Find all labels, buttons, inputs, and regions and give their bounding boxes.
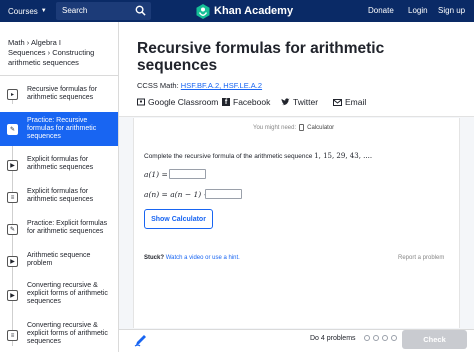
email-icon	[333, 98, 342, 106]
hint-link[interactable]: Watch a video or use a hint.	[166, 255, 240, 261]
facebook-icon: f	[222, 98, 230, 106]
question-prompt: Complete the recursive formula of the ar…	[144, 152, 372, 160]
common-difference-input[interactable]	[205, 189, 242, 199]
video-icon: ▸	[7, 89, 18, 100]
logo-text: Khan Academy	[214, 5, 294, 17]
progress-dots	[364, 335, 397, 341]
sidebar-item-label: Practice: Explicit formulas for arithmet…	[27, 220, 108, 235]
sidebar-item[interactable]: ≡ Explicit formulas for arithmetic seque…	[0, 180, 118, 214]
sidebar-item-label: Explicit formulas for arithmetic sequenc…	[27, 156, 94, 171]
sidebar-item[interactable]: ✎ Practice: Explicit formulas for arithm…	[0, 212, 118, 246]
might-need: You might need: Calculator	[253, 124, 334, 131]
formula-a1: a(1) =	[144, 170, 168, 179]
share-twitter-label: Twitter	[293, 97, 319, 107]
page-title: Recursive formulas for arithmetic sequen…	[137, 40, 385, 74]
login-link[interactable]: Login	[408, 6, 428, 15]
ccss-label: CCSS Math:	[137, 81, 179, 90]
sidebar-item-label: Practice: Recursive formulas for arithme…	[27, 117, 97, 140]
ccss-standards: CCSS Math: HSF.BF.A.2, HSF.LE.A.2	[137, 81, 262, 90]
khan-academy-logo[interactable]: Khan Academy	[196, 3, 293, 19]
a1-answer-input[interactable]	[169, 169, 206, 179]
search-placeholder: Search	[62, 6, 88, 15]
play-icon: ▶	[7, 256, 18, 267]
sequence-values: 1, 15, 29, 43, ....	[314, 152, 373, 160]
courses-menu[interactable]: Courses ▼	[4, 2, 48, 20]
twitter-icon	[281, 98, 290, 106]
khan-leaf-icon	[196, 3, 210, 19]
sidebar-item[interactable]: ▶ Converting recursive & explicit forms …	[0, 278, 118, 314]
breadcrumb: Math › Algebra I Sequences › Constructin…	[8, 38, 114, 68]
share-email[interactable]: Email	[333, 97, 366, 107]
chevron-down-icon: ▼	[40, 8, 47, 14]
sidebar-item-active[interactable]: ✎ Practice: Recursive formulas for arith…	[0, 112, 118, 146]
ccss-codes-link[interactable]: HSF.BF.A.2, HSF.LE.A.2	[181, 81, 262, 90]
problem-count: Do 4 problems	[310, 335, 356, 342]
breadcrumb-math[interactable]: Math	[8, 38, 25, 47]
prompt-text: Complete the recursive formula of the ar…	[144, 153, 313, 160]
progress-dot	[382, 335, 388, 341]
stuck-help: Stuck? Watch a video or use a hint.	[144, 255, 240, 261]
stuck-label: Stuck?	[144, 255, 165, 261]
show-calculator-button[interactable]: Show Calculator	[144, 209, 213, 229]
sidebar-item[interactable]: ▶ Explicit formulas for arithmetic seque…	[0, 148, 118, 182]
report-problem-link[interactable]: Report a problem	[398, 255, 444, 261]
formula-recursive: a(n) = a(n − 1) +	[144, 190, 210, 199]
breadcrumb-sequences[interactable]: Sequences	[8, 48, 46, 57]
play-icon: ▶	[7, 160, 18, 171]
sidebar-item-label: Explicit formulas for arithmetic sequenc…	[27, 188, 94, 203]
progress-dot	[373, 335, 379, 341]
pencil-icon: ✎	[7, 124, 18, 135]
pencil-icon: ✎	[7, 224, 18, 235]
donate-link[interactable]: Donate	[368, 6, 394, 15]
courses-label: Courses	[8, 6, 38, 16]
sidebar-item[interactable]: ▶ Arithmetic sequence problem	[0, 244, 118, 278]
sidebar: ▸ Recursive formulas for arithmetic sequ…	[0, 75, 118, 352]
sidebar-item-label: Arithmetic sequence problem	[27, 252, 91, 267]
share-email-label: Email	[345, 97, 367, 107]
scratchpad-pencil-icon[interactable]	[134, 333, 148, 347]
article-icon: ≡	[7, 330, 18, 341]
article-icon: ≡	[7, 192, 18, 203]
check-button[interactable]: Check	[402, 330, 467, 349]
sidebar-item[interactable]: ▸ Recursive formulas for arithmetic sequ…	[0, 78, 118, 112]
might-need-label: You might need:	[253, 124, 297, 131]
sidebar-item[interactable]: ≡ Converting recursive & explicit forms …	[0, 318, 118, 352]
calculator-label: Calculator	[307, 124, 335, 131]
progress-dot	[364, 335, 370, 341]
calculator-icon	[299, 124, 305, 131]
sidebar-item-label: Converting recursive & explicit forms of…	[27, 282, 108, 305]
search-input[interactable]: Search	[56, 2, 151, 20]
breadcrumb-algebra[interactable]: Algebra I	[31, 38, 61, 47]
share-google-label: Google Classroom	[148, 97, 219, 107]
progress-dot	[391, 335, 397, 341]
google-classroom-icon	[137, 98, 145, 106]
share-facebook[interactable]: f Facebook	[222, 97, 270, 107]
share-facebook-label: Facebook	[233, 97, 271, 107]
share-twitter[interactable]: Twitter	[281, 97, 318, 107]
search-icon[interactable]	[135, 5, 146, 16]
signup-link[interactable]: Sign up	[438, 6, 465, 15]
sidebar-item-label: Converting recursive & explicit forms of…	[27, 322, 108, 345]
sidebar-item-label: Recursive formulas for arithmetic sequen…	[27, 86, 98, 101]
play-icon: ▶	[7, 290, 18, 301]
share-google-classroom[interactable]: Google Classroom	[137, 97, 218, 107]
